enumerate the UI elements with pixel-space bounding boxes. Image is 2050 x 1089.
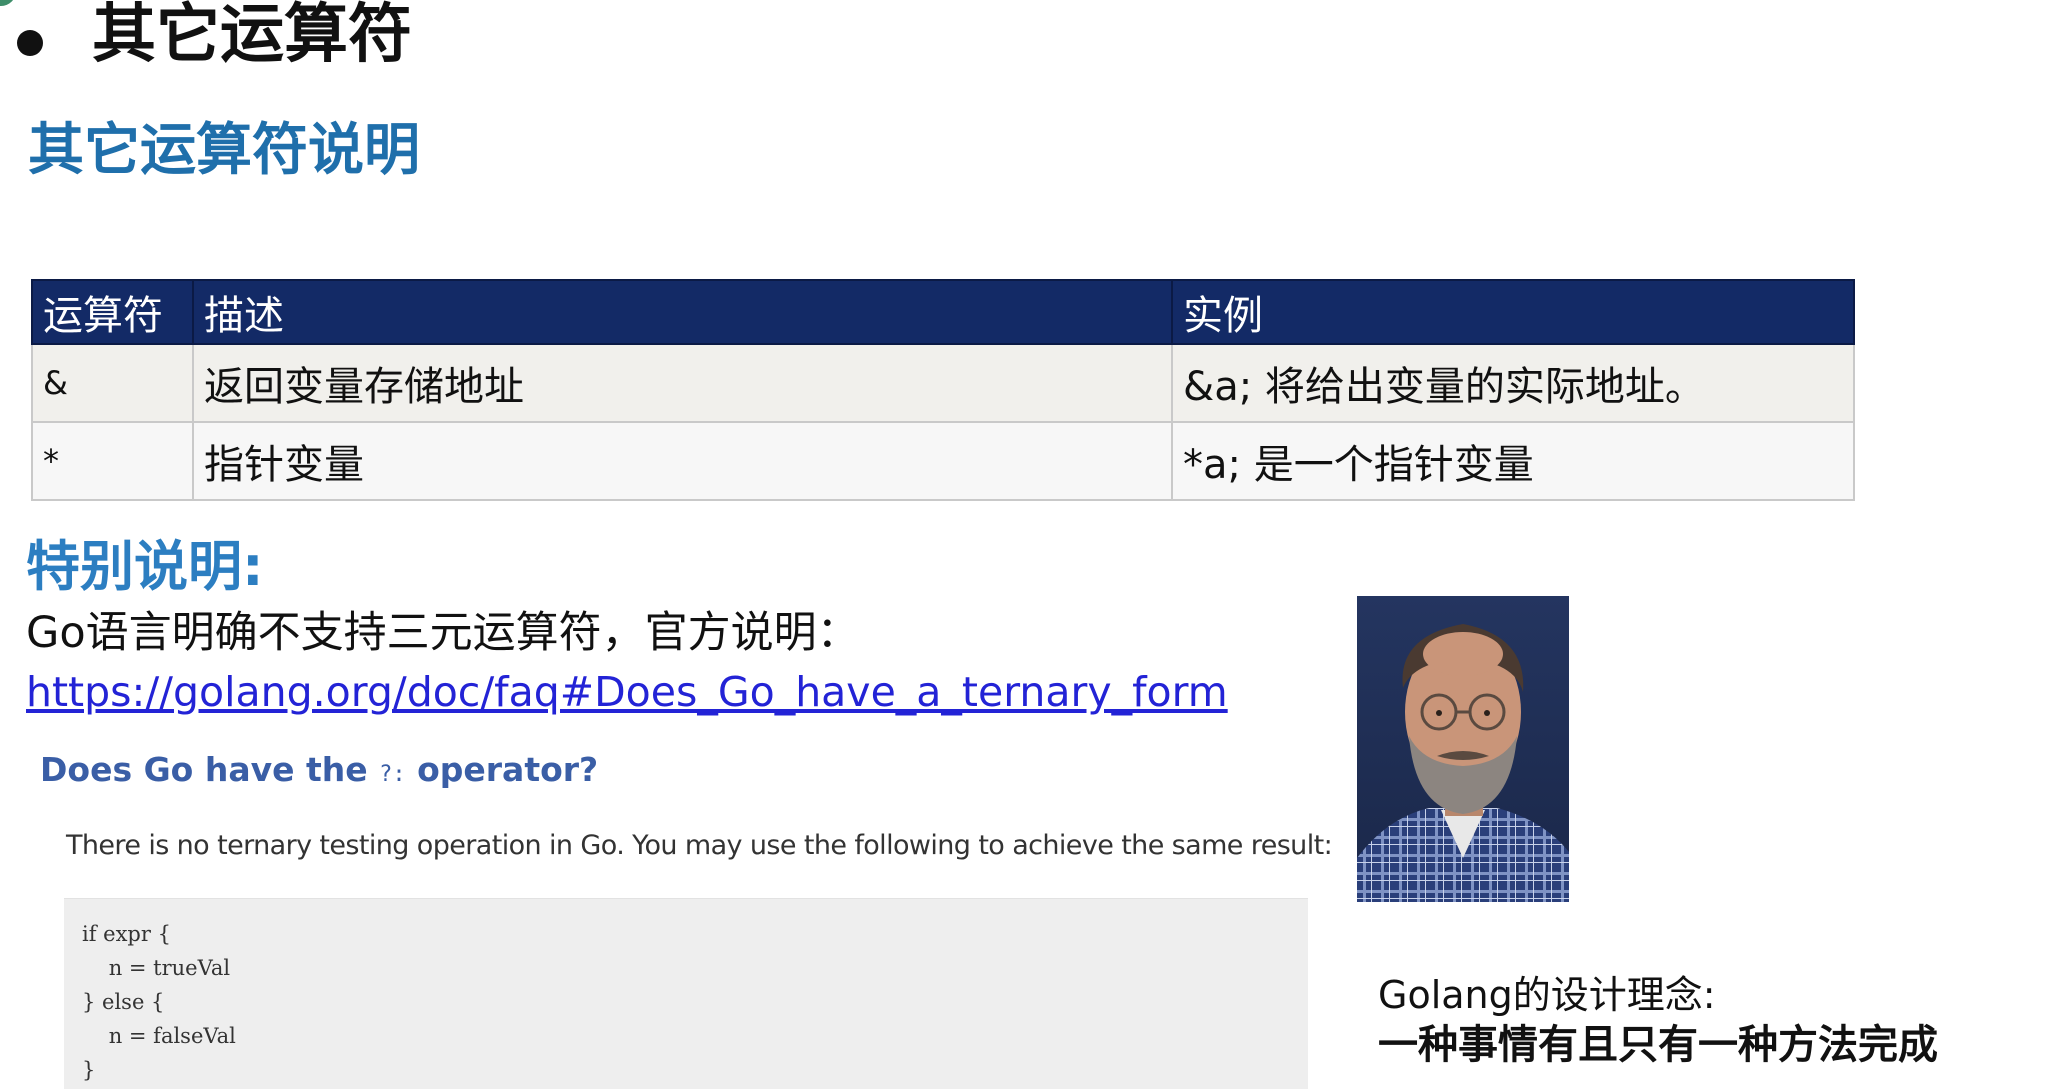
- faq-question: Does Go have the ?: operator?: [40, 746, 598, 799]
- slide-title: 其它运算符: [92, 0, 412, 72]
- code-line: if expr {: [82, 922, 171, 946]
- code-line: } else {: [82, 990, 165, 1014]
- description-cell: 指针变量: [192, 421, 1173, 501]
- section-subtitle: 其它运算符说明: [28, 118, 420, 183]
- design-philosophy-label: Golang的设计理念:: [1378, 973, 1716, 1017]
- code-line: n = falseVal: [82, 1024, 236, 1048]
- faq-question-suffix: operator?: [405, 750, 599, 789]
- faq-link[interactable]: https://golang.org/doc/faq#Does_Go_have_…: [26, 664, 1228, 720]
- column-header-example: 实例: [1171, 279, 1855, 345]
- table-header-row: 运算符 描述 实例: [31, 279, 1855, 345]
- slide-corner-decoration: [0, 0, 16, 6]
- table-row: & 返回变量存储地址 &a; 将给出变量的实际地址。: [31, 343, 1855, 423]
- table-row: * 指针变量 *a; 是一个指针变量: [31, 421, 1855, 501]
- faq-question-text: Does Go have the: [40, 750, 380, 789]
- portrait-illustration: [1357, 596, 1569, 902]
- ternary-operator-token: ?:: [379, 762, 406, 787]
- special-note-text: Go语言明确不支持三元运算符，官方说明：: [26, 608, 860, 658]
- operator-table: 运算符 描述 实例 & 返回变量存储地址 &a; 将给出变量的实际地址。 * 指…: [31, 279, 1855, 501]
- column-header-description: 描述: [192, 279, 1173, 345]
- operator-cell: &: [31, 343, 194, 423]
- code-line: n = trueVal: [82, 956, 231, 980]
- title-bullet-icon: [17, 30, 43, 56]
- example-cell: *a; 是一个指针变量: [1171, 421, 1855, 501]
- design-philosophy-text: 一种事情有且只有一种方法完成: [1378, 1022, 1938, 1068]
- operator-cell: *: [31, 421, 194, 501]
- example-cell: &a; 将给出变量的实际地址。: [1171, 343, 1855, 423]
- code-block: if expr { n = trueVal } else { n = false…: [64, 898, 1308, 1089]
- code-line: }: [82, 1058, 96, 1082]
- description-cell: 返回变量存储地址: [192, 343, 1173, 423]
- special-note-heading: 特别说明:: [26, 535, 264, 598]
- column-header-operator: 运算符: [31, 279, 194, 345]
- faq-answer: There is no ternary testing operation in…: [66, 830, 1333, 861]
- portrait-photo: [1357, 596, 1569, 902]
